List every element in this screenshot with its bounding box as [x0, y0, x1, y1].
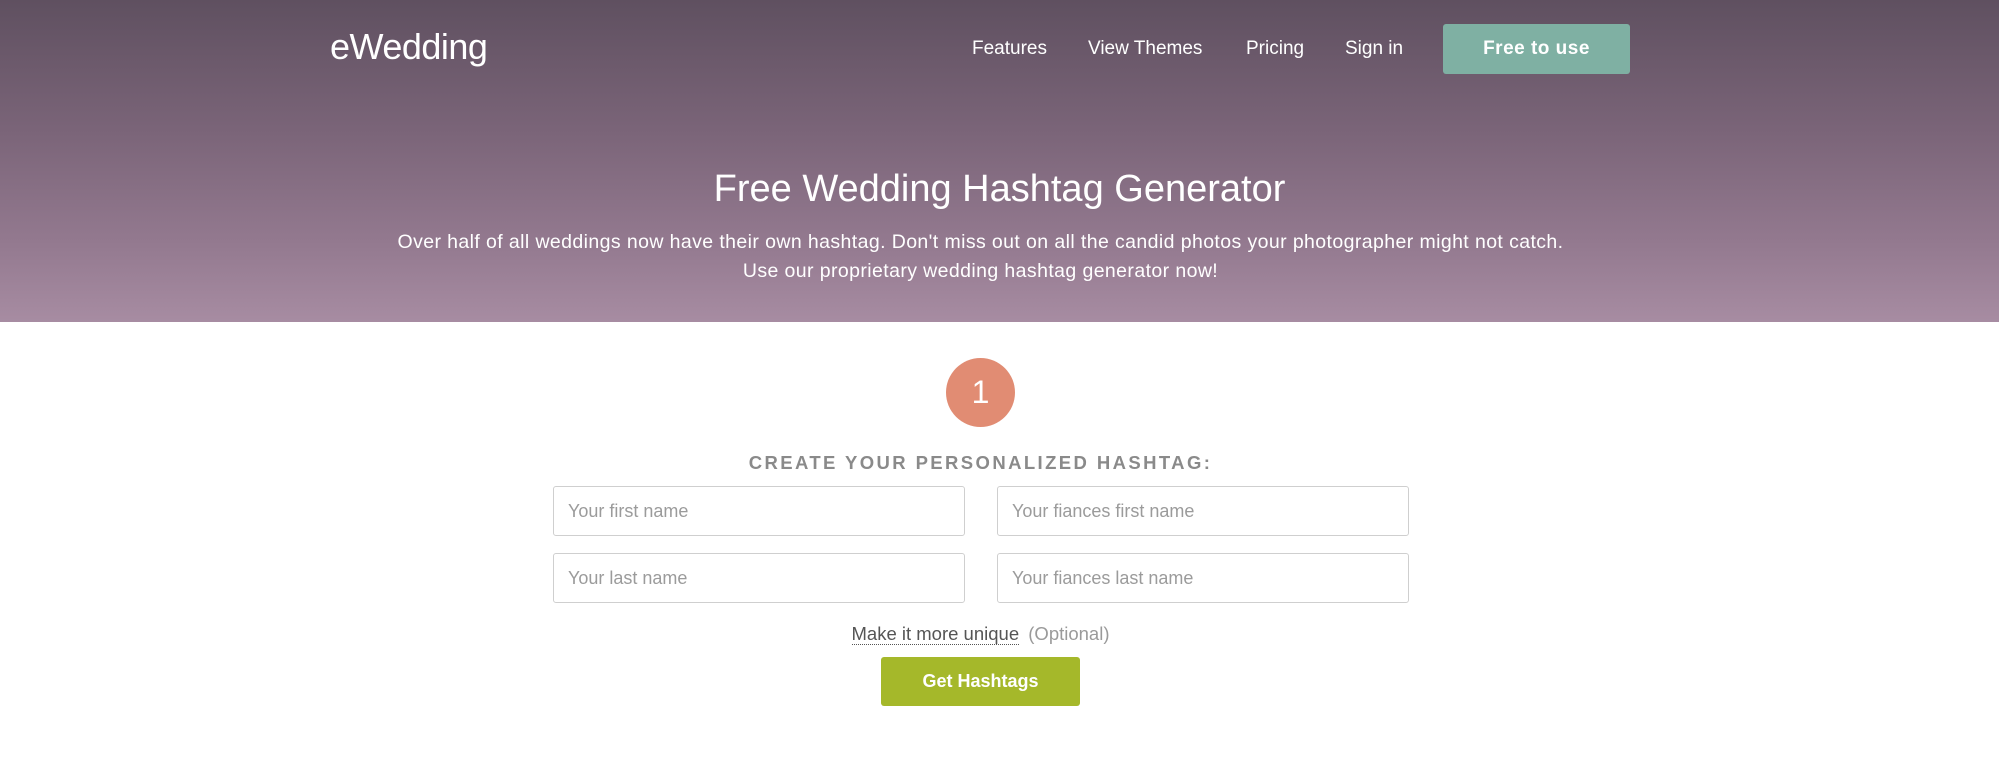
hero-banner: eWedding Features View Themes Pricing Si…: [0, 0, 1999, 322]
fiance-first-name-input[interactable]: [997, 486, 1409, 536]
hero-subtitle-line-1: Over half of all weddings now have their…: [397, 231, 1564, 253]
get-hashtags-button[interactable]: Get Hashtags: [881, 657, 1080, 706]
first-name-input[interactable]: [553, 486, 965, 536]
form-title: CREATE YOUR PERSONALIZED HASHTAG:: [748, 452, 1213, 473]
hero-subtitle-line-2: Use our proprietary wedding hashtag gene…: [742, 260, 1219, 282]
nav-features[interactable]: Features: [972, 38, 1047, 60]
nav-pricing[interactable]: Pricing: [1246, 38, 1304, 60]
make-unique-row: Make it more unique (Optional): [0, 623, 1961, 645]
free-to-use-button[interactable]: Free to use: [1443, 24, 1630, 74]
step-number-badge: 1: [946, 358, 1015, 427]
optional-label: (Optional): [1028, 623, 1110, 644]
hero-subtitle: Over half of all weddings now have their…: [0, 228, 1961, 286]
page-title: Free Wedding Hashtag Generator: [713, 168, 1286, 210]
last-name-input[interactable]: [553, 553, 965, 603]
top-nav: Features View Themes Pricing Sign in Fre…: [0, 24, 1999, 74]
nav-view-themes[interactable]: View Themes: [1088, 38, 1202, 60]
fiance-last-name-input[interactable]: [997, 553, 1409, 603]
make-unique-link[interactable]: Make it more unique: [851, 623, 1020, 645]
nav-sign-in[interactable]: Sign in: [1345, 38, 1403, 60]
